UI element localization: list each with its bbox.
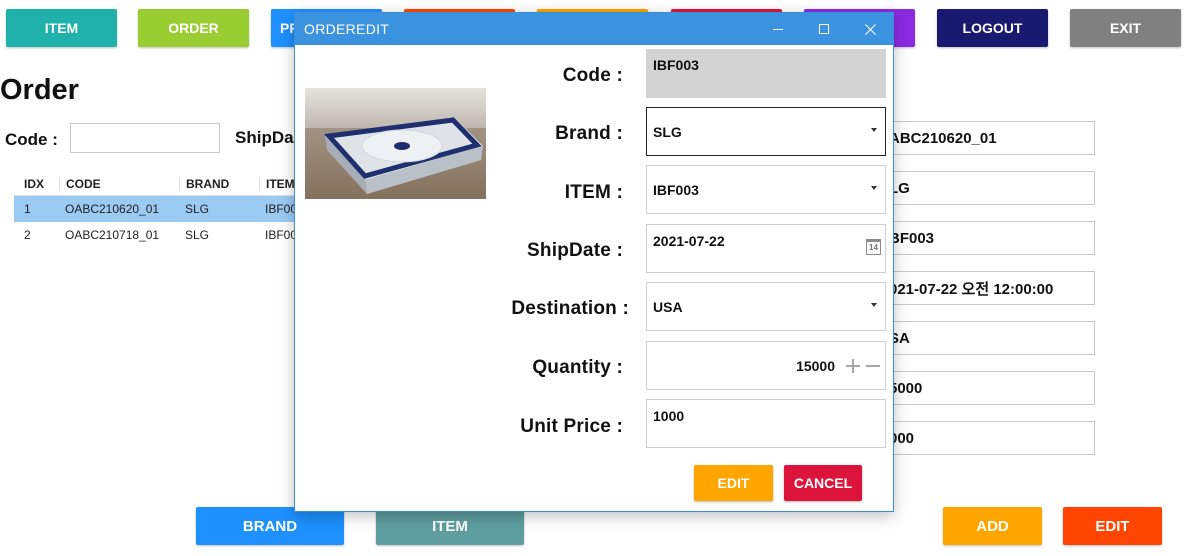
- close-button[interactable]: [847, 13, 893, 45]
- dialog-shipdate-picker[interactable]: 2021-07-22 14: [646, 224, 886, 273]
- dialog-item-value: IBF003: [653, 182, 699, 198]
- detail-shipdate-field[interactable]: 021-07-22 오전 12:00:00: [880, 271, 1095, 305]
- add-button[interactable]: ADD: [943, 507, 1042, 545]
- dialog-destination-label: Destination :: [511, 298, 629, 319]
- nav-order-button[interactable]: ORDER: [138, 9, 249, 47]
- close-icon: [864, 23, 876, 35]
- dialog-shipdate-value: 2021-07-22: [653, 233, 725, 249]
- dialog-destination-select[interactable]: USA: [646, 282, 886, 331]
- dialog-brand-value: SLG: [653, 124, 682, 140]
- dialog-title: ORDEREDIT: [304, 21, 390, 37]
- cell-code: OABC210718_01: [65, 228, 160, 242]
- cell-idx: 1: [24, 202, 31, 216]
- detail-code-field[interactable]: ABC210620_01: [880, 121, 1095, 155]
- order-edit-dialog: ORDEREDIT Code : Brand: ITEM: ShipDate…: [294, 12, 894, 512]
- cell-brand: SLG: [185, 202, 210, 216]
- calendar-icon[interactable]: 14: [866, 239, 881, 255]
- item-button[interactable]: ITEM: [376, 507, 524, 545]
- edit-button[interactable]: EDIT: [1063, 507, 1162, 545]
- dialog-quantity-label: Quantity :: [532, 357, 623, 378]
- dialog-brand-select[interactable]: SLG: [646, 107, 886, 156]
- page-title: Order: [0, 74, 79, 106]
- grid-header-code[interactable]: CODE: [59, 176, 179, 191]
- dialog-shipdate-label: ShipDate :: [527, 240, 623, 261]
- order-grid: IDX CODE BRAND ITEM 1 OABC210620_01 SLG …: [14, 172, 304, 248]
- dialog-item-label: ITEM :: [564, 182, 623, 203]
- code-search-input[interactable]: [70, 123, 220, 153]
- logout-button[interactable]: LOGOUT: [937, 9, 1048, 47]
- cell-idx: 2: [24, 228, 31, 242]
- maximize-button[interactable]: [801, 13, 847, 45]
- dialog-quantity-stepper[interactable]: 15000: [646, 341, 886, 390]
- brand-button[interactable]: BRAND: [196, 507, 344, 545]
- minimize-button[interactable]: [755, 13, 801, 45]
- dialog-quantity-value: 15000: [796, 358, 835, 374]
- cell-brand: SLG: [185, 228, 210, 242]
- table-row[interactable]: 1 OABC210620_01 SLG IBF00: [14, 196, 304, 222]
- dialog-code-field: IBF003: [646, 49, 886, 98]
- shipdate-search-label: ShipDa: [235, 128, 294, 147]
- dialog-code-label: Code :: [562, 65, 623, 86]
- detail-item-field[interactable]: BF003: [880, 221, 1095, 255]
- chevron-down-icon: [871, 128, 877, 132]
- dialog-destination-value: USA: [653, 299, 683, 315]
- dialog-brand-label: Brand :: [555, 123, 623, 144]
- dialog-code-value: IBF003: [653, 57, 699, 73]
- minimize-icon: [773, 28, 783, 30]
- detail-quantity-field[interactable]: 5000: [880, 371, 1095, 405]
- chevron-down-icon: [871, 303, 877, 307]
- detail-brand-field[interactable]: LG: [880, 171, 1095, 205]
- grid-header: IDX CODE BRAND ITEM: [14, 172, 304, 196]
- dialog-unit-price-label: Unit Price :: [520, 416, 623, 437]
- dialog-item-select[interactable]: IBF003: [646, 165, 886, 214]
- exit-button[interactable]: EXIT: [1070, 9, 1181, 47]
- grid-header-brand[interactable]: BRAND: [179, 176, 259, 191]
- table-row[interactable]: 2 OABC210718_01 SLG IBF00: [14, 222, 304, 248]
- detail-destination-field[interactable]: SA: [880, 321, 1095, 355]
- maximize-icon: [819, 24, 829, 34]
- nav-item-button[interactable]: ITEM: [6, 9, 117, 47]
- code-search-label: Code :: [5, 130, 58, 149]
- dialog-cancel-button[interactable]: CANCEL: [784, 465, 862, 501]
- chevron-down-icon: [871, 186, 877, 190]
- increment-button[interactable]: [845, 358, 861, 374]
- dialog-edit-button[interactable]: EDIT: [694, 465, 773, 501]
- minus-icon: [866, 365, 880, 367]
- decrement-button[interactable]: [865, 358, 881, 374]
- dialog-unit-price-field[interactable]: 1000: [646, 399, 886, 448]
- grid-header-idx[interactable]: IDX: [14, 177, 59, 191]
- plus-icon-vertical: [852, 359, 854, 373]
- calendar-icon-day: 14: [869, 243, 878, 252]
- dialog-unit-price-value: 1000: [653, 408, 685, 424]
- detail-unit-price-field[interactable]: 000: [880, 421, 1095, 455]
- dialog-title-bar[interactable]: ORDEREDIT: [295, 13, 893, 45]
- cell-code: OABC210620_01: [65, 202, 160, 216]
